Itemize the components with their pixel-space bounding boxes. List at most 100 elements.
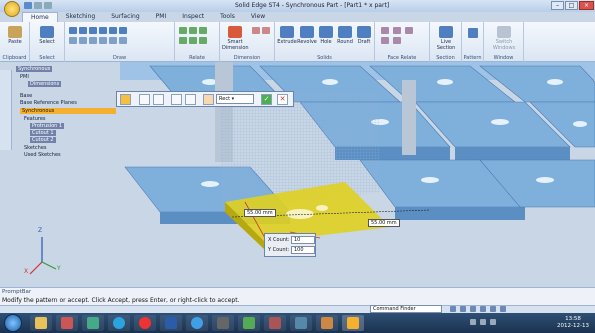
x-count-input[interactable]: 10 xyxy=(291,236,315,244)
tree-item-cutout-2[interactable]: Cutout 2 xyxy=(30,137,56,143)
tab-surfacing[interactable]: Surfacing xyxy=(103,12,147,22)
revolve-button[interactable]: Revolve xyxy=(297,26,317,45)
cancel-button[interactable]: ✕ xyxy=(277,94,288,105)
tree-item-protrusion-1[interactable]: Protrusion 1 xyxy=(30,123,65,129)
view-orientation-icon[interactable] xyxy=(490,306,496,312)
circle-icon[interactable] xyxy=(89,27,97,34)
rectangle-icon[interactable] xyxy=(99,27,107,34)
tree-item-base-reference-planes[interactable]: Base Reference Planes xyxy=(20,100,77,106)
dimension-label-width[interactable]: 55.00 mm xyxy=(244,209,276,217)
rotate-view-icon[interactable] xyxy=(480,306,486,312)
symmetric-face-icon[interactable] xyxy=(393,37,401,44)
hole-button[interactable]: Hole xyxy=(317,26,335,45)
tree-item-base[interactable]: Base xyxy=(20,93,32,99)
tangent-face-icon[interactable] xyxy=(381,37,389,44)
pan-icon[interactable] xyxy=(470,306,476,312)
minimize-button[interactable]: – xyxy=(551,1,564,10)
select-button[interactable]: Select xyxy=(34,26,60,45)
close-button[interactable]: × xyxy=(579,1,594,10)
redo-icon[interactable] xyxy=(44,2,52,9)
fillet-icon[interactable] xyxy=(119,27,127,34)
taskbar-app-2[interactable] xyxy=(82,315,104,331)
taskbar-solid-edge[interactable] xyxy=(342,315,364,331)
taskbar-explorer[interactable] xyxy=(30,315,52,331)
taskbar-app-4[interactable] xyxy=(238,315,260,331)
taskbar-app-1[interactable] xyxy=(56,315,78,331)
start-button[interactable] xyxy=(4,314,22,332)
taskbar-app-6[interactable] xyxy=(290,315,312,331)
parallel-icon[interactable] xyxy=(189,27,197,34)
tree-item-pmi[interactable]: PMI xyxy=(20,74,29,80)
move-icon[interactable] xyxy=(109,37,117,44)
arc-icon[interactable] xyxy=(79,27,87,34)
draft-button[interactable]: Draft xyxy=(355,26,373,45)
connect-icon[interactable] xyxy=(179,27,187,34)
fill-pattern-button[interactable] xyxy=(171,94,182,105)
mirror-icon[interactable] xyxy=(99,37,107,44)
zoom-icon[interactable] xyxy=(450,306,456,312)
tree-item-features[interactable]: Features xyxy=(24,116,46,122)
tab-pmi[interactable]: PMI xyxy=(148,12,175,22)
paste-button[interactable]: Paste xyxy=(3,26,27,45)
tray-icon[interactable] xyxy=(470,319,476,325)
trim-icon[interactable] xyxy=(69,37,77,44)
quick-access-toolbar[interactable] xyxy=(24,2,84,10)
taskbar-app-7[interactable] xyxy=(316,315,338,331)
taskbar-word[interactable] xyxy=(160,315,182,331)
tangent-icon[interactable] xyxy=(179,37,187,44)
extend-icon[interactable] xyxy=(79,37,87,44)
tree-item-used-sketches[interactable]: Used Sketches xyxy=(24,152,61,158)
perpendicular-icon[interactable] xyxy=(199,27,207,34)
tree-item-root[interactable]: Synchronous xyxy=(16,66,53,72)
tab-home[interactable]: Home xyxy=(22,12,58,22)
round-button[interactable]: Round xyxy=(335,26,355,45)
clock[interactable]: 13:58 2012-12-13 xyxy=(557,316,589,330)
tab-sketching[interactable]: Sketching xyxy=(58,12,104,22)
command-finder-input[interactable]: Command Finder xyxy=(370,305,442,313)
concentric-icon[interactable] xyxy=(405,27,413,34)
maximize-button[interactable]: □ xyxy=(565,1,578,10)
extrude-button[interactable]: Extrude xyxy=(277,26,297,45)
pattern-rotate-button[interactable] xyxy=(203,94,214,105)
volume-icon[interactable] xyxy=(490,319,496,325)
pattern-options-button[interactable] xyxy=(120,94,131,105)
taskbar-chrome[interactable] xyxy=(134,315,156,331)
taskbar-skype[interactable] xyxy=(108,315,130,331)
tree-item-dimensions[interactable]: Dimensions xyxy=(28,81,62,87)
switch-windows-button[interactable]: Switch Windows xyxy=(486,26,522,51)
dimension-label-depth[interactable]: 55.00 mm xyxy=(368,219,400,227)
pattern-type-dropdown[interactable]: Rect ▾ xyxy=(216,94,254,104)
tab-view[interactable]: View xyxy=(243,12,273,22)
rotate-icon[interactable] xyxy=(119,37,127,44)
parallel-face-icon[interactable] xyxy=(393,27,401,34)
tab-tools[interactable]: Tools xyxy=(212,12,243,22)
network-icon[interactable] xyxy=(480,319,486,325)
pattern-icon[interactable] xyxy=(468,28,478,38)
application-button[interactable] xyxy=(4,1,20,17)
circular-pattern-button[interactable] xyxy=(153,94,164,105)
fit-icon[interactable] xyxy=(460,306,466,312)
taskbar-app-5[interactable] xyxy=(264,315,286,331)
y-count-input[interactable]: 100 xyxy=(291,246,315,254)
tab-inspect[interactable]: Inspect xyxy=(174,12,212,22)
taskbar-app-3[interactable] xyxy=(212,315,234,331)
smart-dimension-button[interactable]: Smart Dimension xyxy=(222,26,249,51)
distance-icon[interactable] xyxy=(252,27,260,34)
tree-item-cutout-1[interactable]: Cutout 1 xyxy=(30,130,56,136)
accept-button[interactable]: ✓ xyxy=(261,94,272,105)
render-style-icon[interactable] xyxy=(500,306,506,312)
offset-icon[interactable] xyxy=(89,37,97,44)
tree-item-sketches[interactable]: Sketches xyxy=(24,145,47,151)
angle-icon[interactable] xyxy=(262,27,270,34)
curve-icon[interactable] xyxy=(109,27,117,34)
taskbar-ie[interactable] xyxy=(186,315,208,331)
equal-icon[interactable] xyxy=(189,37,197,44)
rectangular-pattern-button[interactable] xyxy=(139,94,150,105)
coplanar-icon[interactable] xyxy=(381,27,389,34)
symmetric-icon[interactable] xyxy=(199,37,207,44)
live-section-button[interactable]: Live Section xyxy=(432,26,460,51)
save-icon[interactable] xyxy=(24,2,32,9)
line-icon[interactable] xyxy=(69,27,77,34)
pattern-step-button[interactable] xyxy=(185,94,196,105)
undo-icon[interactable] xyxy=(34,2,42,9)
